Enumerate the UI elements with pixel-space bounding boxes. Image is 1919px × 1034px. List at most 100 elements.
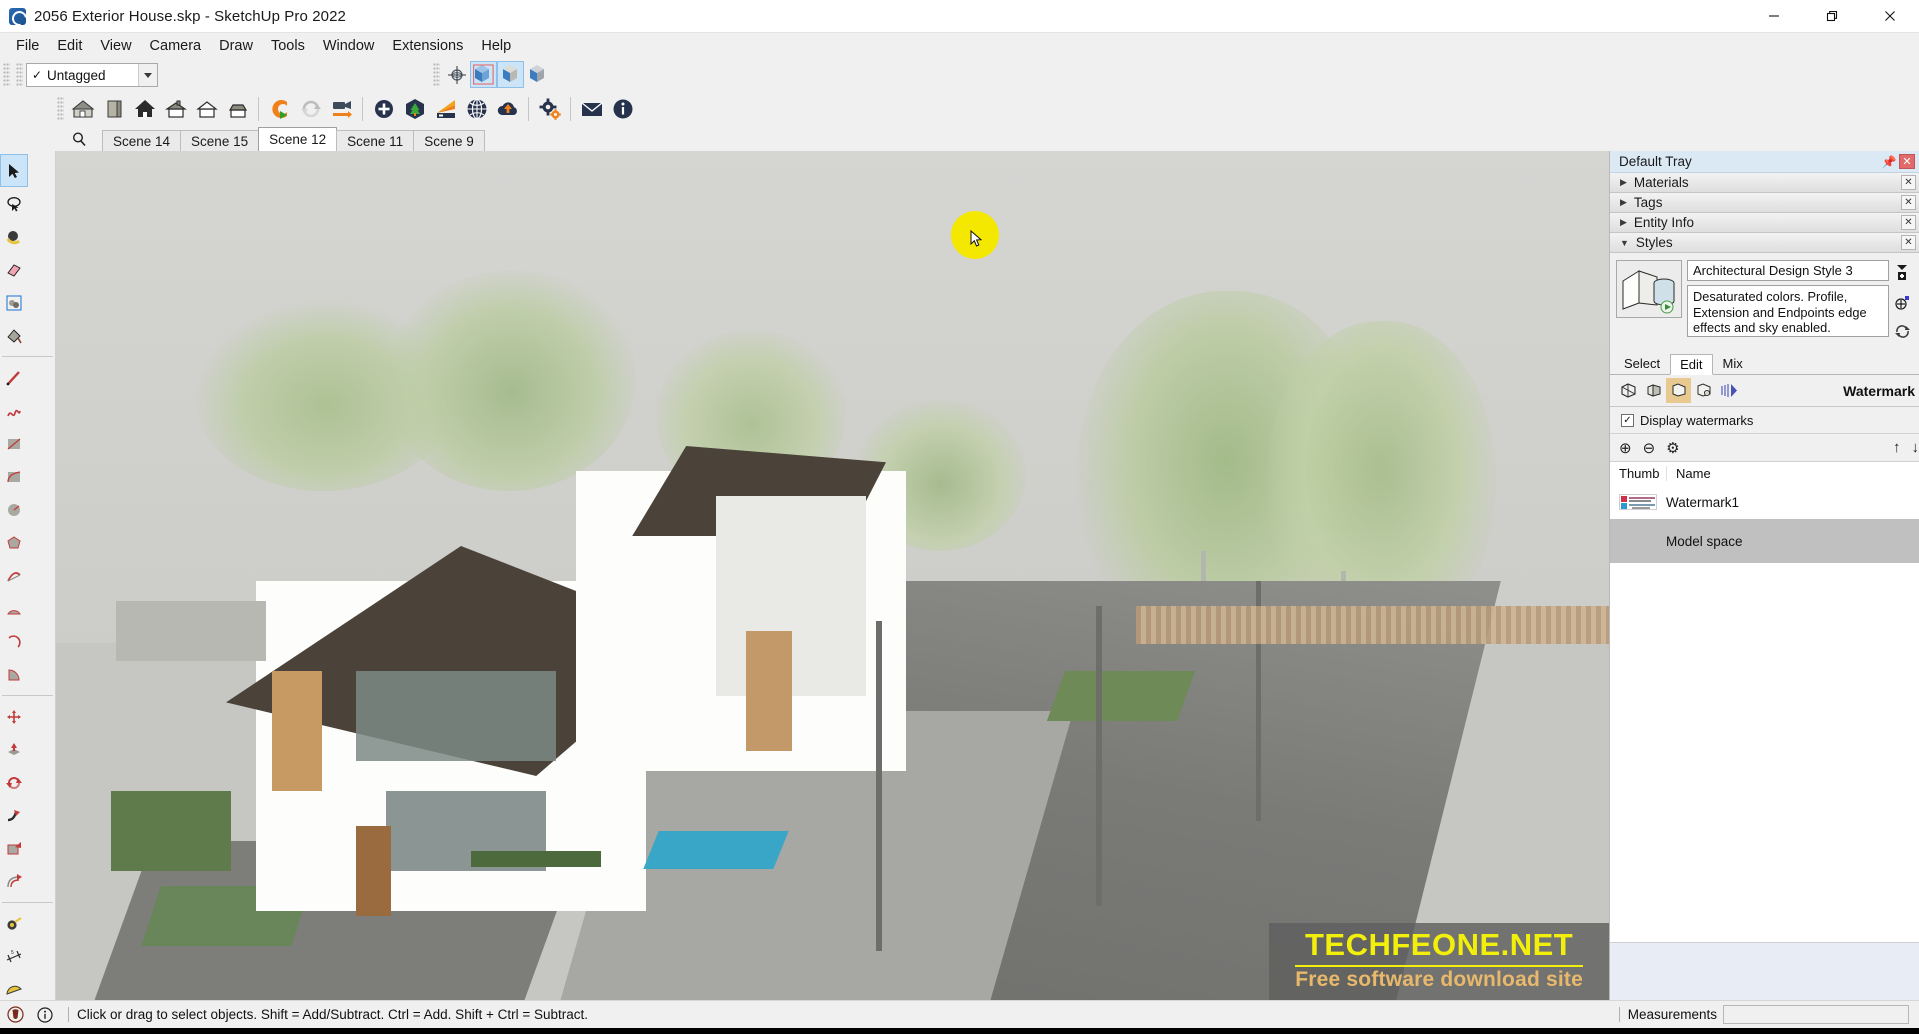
- vegetation-asset-icon[interactable]: [399, 93, 430, 124]
- section-close-icon[interactable]: ✕: [1901, 215, 1916, 230]
- follow-me-tool-icon[interactable]: [0, 799, 28, 832]
- menu-view[interactable]: View: [91, 35, 140, 57]
- model-viewport[interactable]: TECHFEONE.NET Free software download sit…: [56, 151, 1609, 1000]
- tray-section-styles[interactable]: ▼ Styles ✕: [1610, 233, 1919, 253]
- view-shaded-with-textures-icon[interactable]: [470, 61, 497, 88]
- style-subtab-mix[interactable]: Mix: [1713, 353, 1753, 374]
- section-close-icon[interactable]: ✕: [1901, 195, 1916, 210]
- refresh-style-icon[interactable]: [1894, 324, 1911, 344]
- three-point-arc-tool-icon[interactable]: [0, 625, 28, 658]
- scene-tab-scene-12[interactable]: Scene 12: [258, 127, 337, 151]
- menu-tools[interactable]: Tools: [262, 35, 314, 57]
- remove-watermark-icon[interactable]: ⊖: [1643, 439, 1656, 457]
- eraser-tool-icon[interactable]: [0, 253, 28, 286]
- move-tool-icon[interactable]: [0, 700, 28, 733]
- view-monochrome-icon[interactable]: [524, 61, 551, 88]
- style-name-field[interactable]: Architectural Design Style 3: [1687, 260, 1889, 281]
- arc-tool-icon[interactable]: [0, 559, 28, 592]
- book-component-icon[interactable]: [98, 93, 129, 124]
- style-description-field[interactable]: Desaturated colors. Profile, Extension a…: [1687, 285, 1889, 337]
- face-settings-icon[interactable]: [1641, 378, 1666, 403]
- material-palette-icon[interactable]: [430, 93, 461, 124]
- chevron-down-icon[interactable]: [138, 64, 157, 86]
- video-swap-icon[interactable]: [326, 93, 357, 124]
- line-tool-icon[interactable]: [0, 361, 28, 394]
- house-flat-icon[interactable]: [222, 93, 253, 124]
- edge-settings-icon[interactable]: [1616, 378, 1641, 403]
- info-circle-icon[interactable]: [607, 93, 638, 124]
- search-icon[interactable]: [56, 126, 102, 151]
- push-pull-tool-icon[interactable]: [0, 733, 28, 766]
- house-outline-icon[interactable]: [191, 93, 222, 124]
- display-watermarks-checkbox[interactable]: ✓: [1621, 414, 1634, 427]
- cloud-upload-icon[interactable]: [492, 93, 523, 124]
- sync-refresh-icon[interactable]: [295, 93, 326, 124]
- info-circle-icon[interactable]: [30, 1007, 60, 1023]
- section-close-icon[interactable]: ✕: [1901, 175, 1916, 190]
- rectangle-tool-icon[interactable]: [0, 427, 28, 460]
- freehand-tool-icon[interactable]: [0, 394, 28, 427]
- style-subtab-edit[interactable]: Edit: [1670, 354, 1712, 375]
- watermark-list-item[interactable]: Watermark1: [1610, 485, 1919, 519]
- menu-extensions[interactable]: Extensions: [383, 35, 472, 57]
- model-space-row[interactable]: Model space: [1610, 519, 1919, 563]
- menu-draw[interactable]: Draw: [210, 35, 262, 57]
- rotate-tool-icon[interactable]: [0, 766, 28, 799]
- create-new-style-icon[interactable]: [1894, 294, 1911, 316]
- add-asset-icon[interactable]: [368, 93, 399, 124]
- home-solid-icon[interactable]: [129, 93, 160, 124]
- lasso-select-tool-icon[interactable]: [0, 187, 28, 220]
- settings-gears-icon[interactable]: [534, 93, 565, 124]
- measurements-input[interactable]: [1723, 1005, 1909, 1024]
- orbit-standard-views-icon[interactable]: [443, 61, 470, 88]
- tag-dropdown[interactable]: ✓ Untagged: [26, 63, 158, 87]
- scale-tool-icon[interactable]: [0, 832, 28, 865]
- scene-tab-scene-14[interactable]: Scene 14: [102, 130, 181, 151]
- paint-bucket-tool-icon[interactable]: [0, 220, 28, 253]
- restore-icon[interactable]: [1803, 0, 1861, 33]
- view-toolbar-grip[interactable]: [433, 63, 440, 87]
- style-subtab-select[interactable]: Select: [1614, 353, 1670, 374]
- tray-close-icon[interactable]: ✕: [1899, 154, 1915, 169]
- move-watermark-up-icon[interactable]: ↑: [1893, 439, 1901, 456]
- house-roof-icon[interactable]: [160, 93, 191, 124]
- update-style-icon[interactable]: [1894, 264, 1910, 286]
- pin-icon[interactable]: 📌: [1879, 155, 1899, 169]
- menu-window[interactable]: Window: [314, 35, 384, 57]
- tray-section-materials[interactable]: ▶ Materials ✕: [1610, 173, 1919, 193]
- offset-tool-icon[interactable]: [0, 865, 28, 898]
- pie-tool-icon[interactable]: [0, 658, 28, 691]
- polygon-tool-icon[interactable]: [0, 526, 28, 559]
- select-tool-icon[interactable]: [0, 154, 28, 187]
- add-watermark-icon[interactable]: ⊕: [1619, 439, 1632, 457]
- dimension-tool-icon[interactable]: 5: [0, 940, 28, 973]
- ext-toolbar-grip[interactable]: [57, 97, 64, 121]
- make-component-tool-icon[interactable]: [0, 286, 28, 319]
- move-watermark-down-icon[interactable]: ↓: [1912, 439, 1919, 456]
- toolbar-grip[interactable]: [3, 63, 10, 87]
- display-watermarks-row[interactable]: ✓ Display watermarks: [1610, 407, 1919, 433]
- scene-tab-scene-15[interactable]: Scene 15: [180, 130, 259, 151]
- menu-help[interactable]: Help: [472, 35, 520, 57]
- tray-section-entity-info[interactable]: ▶ Entity Info ✕: [1610, 213, 1919, 233]
- background-settings-icon[interactable]: [1666, 378, 1691, 403]
- close-icon[interactable]: [1861, 0, 1919, 33]
- watermark-settings-icon[interactable]: [1691, 378, 1716, 403]
- style-preview-icon[interactable]: [1616, 260, 1682, 318]
- tag-tool-icon[interactable]: [0, 319, 28, 352]
- enscape-start-icon[interactable]: [264, 93, 295, 124]
- section-close-icon[interactable]: ✕: [1901, 235, 1916, 250]
- two-point-arc-tool-icon[interactable]: [0, 592, 28, 625]
- tray-section-tags[interactable]: ▶ Tags ✕: [1610, 193, 1919, 213]
- rotated-rectangle-tool-icon[interactable]: [0, 460, 28, 493]
- scene-tab-scene-9[interactable]: Scene 9: [413, 130, 485, 151]
- tape-measure-tool-icon[interactable]: [0, 907, 28, 940]
- view-shaded-icon[interactable]: [497, 61, 524, 88]
- menu-camera[interactable]: Camera: [141, 35, 211, 57]
- modeling-settings-icon[interactable]: [1716, 378, 1741, 403]
- menu-edit[interactable]: Edit: [48, 35, 91, 57]
- edit-watermark-settings-icon[interactable]: ⚙: [1666, 439, 1679, 457]
- circle-tool-icon[interactable]: [0, 493, 28, 526]
- minimize-icon[interactable]: [1745, 0, 1803, 33]
- toolbar-grip-2[interactable]: [16, 63, 23, 87]
